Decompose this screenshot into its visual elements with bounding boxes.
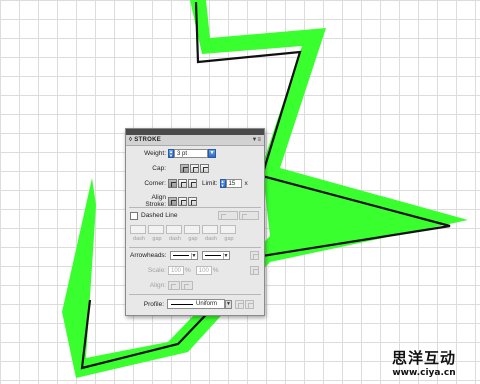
projecting-cap-button[interactable] bbox=[200, 164, 209, 173]
scale-end-input[interactable]: 100 bbox=[195, 266, 212, 275]
gap-field-1[interactable] bbox=[148, 225, 164, 234]
divider bbox=[129, 247, 261, 248]
arrowheads-label: Arrowheads: bbox=[130, 252, 167, 259]
scale-start-unit: % bbox=[185, 267, 191, 274]
dash-label-2: dash bbox=[169, 236, 181, 242]
arrow-tip-place-button[interactable] bbox=[181, 281, 193, 290]
profile-value: Uniform bbox=[196, 301, 218, 307]
limit-input[interactable]: 15 bbox=[225, 179, 242, 188]
arrow-tip-extend-button[interactable] bbox=[168, 281, 180, 290]
butt-cap-button[interactable] bbox=[180, 164, 189, 173]
align-label: Align: bbox=[149, 282, 166, 289]
divider bbox=[129, 294, 261, 295]
link-scale-button[interactable] bbox=[250, 266, 259, 275]
preserve-dash-button[interactable] bbox=[218, 211, 238, 220]
round-join-button[interactable] bbox=[178, 179, 187, 188]
gap-label-1: gap bbox=[152, 236, 162, 242]
limit-label: Limit: bbox=[202, 180, 218, 187]
green-stroke-path[interactable] bbox=[62, 0, 468, 378]
panel-menu-icon[interactable]: ▼≡ bbox=[252, 137, 261, 143]
dash-field-2[interactable] bbox=[166, 225, 182, 234]
dash-field-1[interactable] bbox=[130, 225, 146, 234]
gap-field-2[interactable] bbox=[184, 225, 200, 234]
profile-dropdown[interactable]: ▼ bbox=[225, 299, 232, 309]
scale-end-unit: % bbox=[212, 267, 219, 274]
round-cap-button[interactable] bbox=[190, 164, 199, 173]
gap-label-2: gap bbox=[188, 236, 198, 242]
swap-arrowheads-button[interactable] bbox=[250, 251, 259, 260]
dash-field-3[interactable] bbox=[202, 225, 218, 234]
end-arrowhead-select[interactable]: ▼ bbox=[201, 251, 230, 260]
stroke-panel: ◊ STROKE ▼≡ Weight: ▲ ▼ 3 pt ▼ Cap: Corne… bbox=[125, 128, 265, 316]
divider bbox=[129, 207, 261, 208]
scale-start-input[interactable]: 100 bbox=[168, 266, 184, 275]
panel-tab[interactable]: ◊ STROKE ▼≡ bbox=[126, 135, 264, 146]
watermark-url: www.ciya.cn bbox=[392, 368, 456, 378]
flip-across-button[interactable] bbox=[245, 299, 254, 309]
dash-label-1: dash bbox=[133, 236, 145, 242]
watermark: 思洋互动 www.ciya.cn bbox=[392, 347, 456, 378]
watermark-title: 思洋互动 bbox=[391, 349, 456, 367]
corner-label: Corner: bbox=[144, 180, 166, 187]
weight-dropdown[interactable]: ▼ bbox=[208, 149, 216, 158]
flip-along-button[interactable] bbox=[235, 299, 244, 309]
dashed-line-checkbox[interactable] bbox=[130, 211, 138, 220]
profile-preview-line bbox=[171, 303, 193, 305]
miter-join-button[interactable] bbox=[168, 179, 177, 188]
tab-stroke[interactable]: ◊ STROKE bbox=[129, 137, 161, 143]
scale-label: Scale: bbox=[147, 267, 166, 274]
align-inside-button[interactable] bbox=[178, 196, 187, 206]
profile-label: Profile: bbox=[143, 300, 164, 308]
bevel-join-button[interactable] bbox=[188, 179, 197, 188]
gap-label-3: gap bbox=[224, 236, 234, 242]
dashed-line-label: Dashed Line bbox=[141, 212, 178, 219]
start-arrowhead-select[interactable]: ▼ bbox=[169, 251, 198, 260]
align-outside-button[interactable] bbox=[188, 196, 197, 206]
dash-label-3: dash bbox=[205, 236, 217, 242]
gap-field-3[interactable] bbox=[220, 225, 236, 234]
weight-input[interactable]: 3 pt bbox=[174, 149, 208, 158]
align-dash-button[interactable] bbox=[239, 211, 259, 220]
weight-label: Weight: bbox=[144, 150, 166, 157]
cap-label: Cap: bbox=[152, 165, 166, 172]
limit-unit: x bbox=[244, 180, 248, 187]
align-stroke-label: Align Stroke: bbox=[145, 194, 166, 208]
profile-select[interactable]: Uniform bbox=[167, 299, 225, 309]
align-center-button[interactable] bbox=[168, 196, 177, 206]
